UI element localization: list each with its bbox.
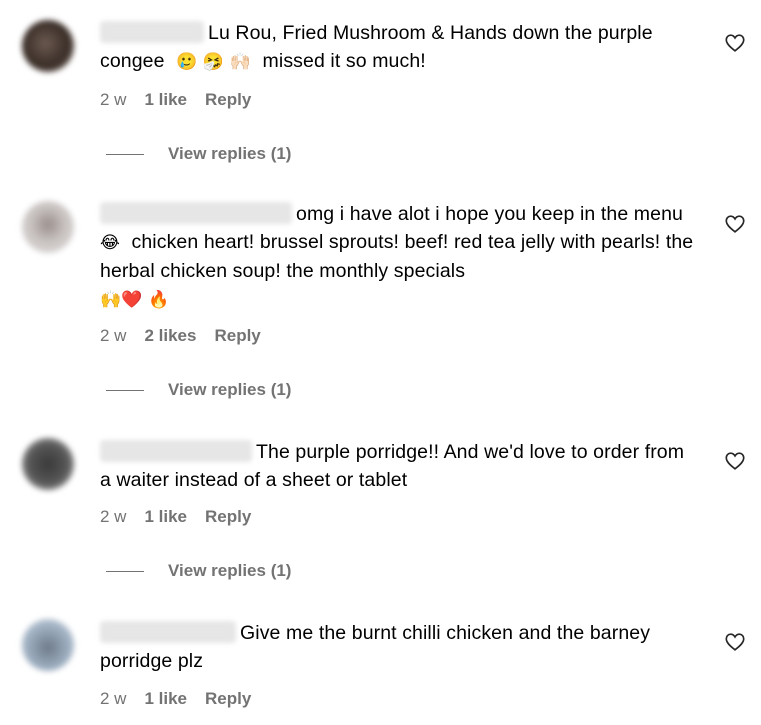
avatar[interactable]: [22, 619, 74, 671]
emoji-tears-of-joy: 😂: [100, 233, 120, 253]
heart-icon[interactable]: [724, 450, 746, 472]
timestamp: 2 w: [100, 507, 127, 526]
view-replies-button[interactable]: View replies (1): [106, 560, 291, 582]
timestamp: 2 w: [100, 326, 127, 345]
emoji-raising-hands: 🙌🏻: [229, 52, 252, 72]
emoji-raising-hands: 🙌: [100, 290, 122, 310]
comment-meta: 2 w 1 like Reply: [100, 688, 269, 710]
heart-icon[interactable]: [724, 213, 746, 235]
avatar[interactable]: [22, 201, 74, 253]
avatar[interactable]: [22, 20, 74, 72]
reply-button[interactable]: Reply: [205, 90, 251, 110]
comment-meta: 2 w 1 like Reply: [100, 89, 269, 111]
emoji-red-heart: ❤️: [121, 290, 143, 310]
comment-text: Lu Rou, Fried Mushroom & Hands down the …: [100, 19, 700, 76]
timestamp: 2 w: [100, 689, 127, 708]
username-blurred[interactable]: [100, 21, 204, 43]
view-replies-button[interactable]: View replies (1): [106, 379, 291, 401]
comment-body-continued: missed it so much!: [262, 50, 426, 72]
comment-body: omg i have alot i hope you keep in the m…: [296, 203, 683, 225]
heart-icon[interactable]: [724, 32, 746, 54]
likes-count[interactable]: 1 like: [144, 689, 187, 709]
reply-button[interactable]: Reply: [205, 507, 251, 527]
comment-text: Give me the burnt chilli chicken and the…: [100, 619, 700, 675]
emoji-smiling-tear: 🥲: [176, 52, 198, 72]
username-blurred[interactable]: [100, 621, 236, 643]
timestamp: 2 w: [100, 90, 127, 109]
likes-count[interactable]: 2 likes: [144, 326, 196, 346]
divider-line: [106, 570, 144, 572]
view-replies-label: View replies (1): [168, 380, 292, 399]
avatar[interactable]: [22, 438, 74, 490]
reply-button[interactable]: Reply: [205, 689, 251, 709]
heart-icon[interactable]: [724, 631, 746, 653]
likes-count[interactable]: 1 like: [144, 507, 187, 527]
username-blurred[interactable]: [100, 202, 292, 224]
username-blurred[interactable]: [100, 440, 252, 462]
divider-line: [106, 389, 144, 391]
likes-count[interactable]: 1 like: [144, 90, 187, 110]
comment-body-continued: chicken heart! brussel sprouts! beef! re…: [100, 231, 694, 282]
reply-button[interactable]: Reply: [214, 326, 260, 346]
view-replies-button[interactable]: View replies (1): [106, 143, 291, 165]
comment-text: The purple porridge!! And we'd love to o…: [100, 438, 700, 494]
comment-meta: 2 w 2 likes Reply: [100, 325, 279, 347]
emoji-sneezing-face: 🤧: [202, 52, 225, 72]
view-replies-label: View replies (1): [168, 561, 292, 580]
divider-line: [106, 153, 144, 155]
comment-meta: 2 w 1 like Reply: [100, 506, 269, 528]
comment-text: omg i have alot i hope you keep in the m…: [100, 200, 700, 314]
emoji-fire: 🔥: [148, 290, 170, 310]
view-replies-label: View replies (1): [168, 144, 292, 163]
